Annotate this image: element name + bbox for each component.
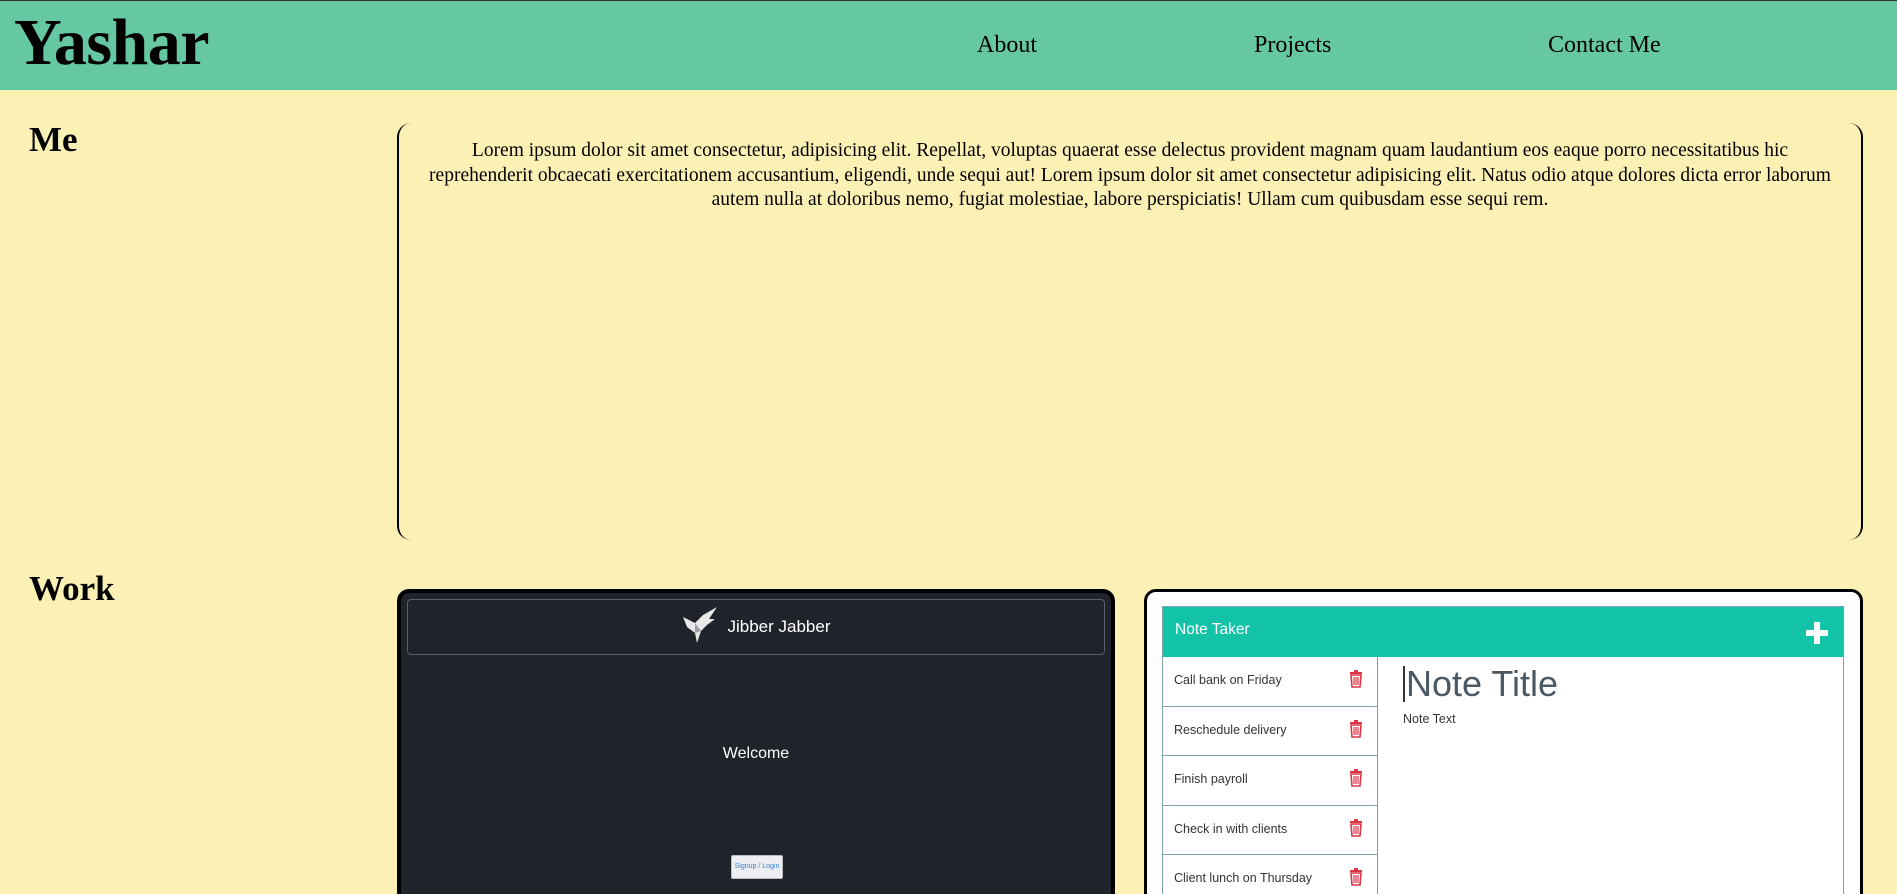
trash-icon[interactable] <box>1349 818 1363 837</box>
work-heading: Work <box>29 569 115 608</box>
note-taker-app: Note Taker Call bank on Friday Reschedul… <box>1162 606 1844 894</box>
note-item-label: Finish payroll <box>1174 772 1248 786</box>
note-item-label: Client lunch on Thursday <box>1174 871 1313 885</box>
nav-projects-link[interactable]: Projects <box>1254 29 1331 61</box>
note-list: Call bank on Friday Reschedule delivery … <box>1163 657 1378 894</box>
project-card-jibber-jabber[interactable]: Jibber Jabber Welcome Signup / Login <box>397 589 1115 894</box>
site-header: Yashar About Projects Contact Me <box>0 0 1897 90</box>
jibber-welcome-text: Welcome <box>722 745 790 762</box>
plus-icon[interactable] <box>1805 613 1829 651</box>
jibber-title[interactable]: Jibber Jabber <box>727 617 830 637</box>
signup-login-button[interactable]: Signup / Login <box>731 855 783 879</box>
note-taker-navbar: Note Taker <box>1163 607 1843 657</box>
bird-icon <box>681 605 721 650</box>
trash-icon[interactable] <box>1349 868 1363 886</box>
list-item[interactable]: Client lunch on Thursday <box>1163 855 1378 894</box>
brand-logo[interactable]: Yashar <box>14 3 210 83</box>
list-item[interactable]: Finish payroll <box>1163 756 1378 806</box>
nav-contact-link[interactable]: Contact Me <box>1548 29 1661 61</box>
list-item[interactable]: Call bank on Friday <box>1163 657 1378 707</box>
note-item-label: Reschedule delivery <box>1174 722 1287 737</box>
about-heading: Me <box>29 120 78 159</box>
note-title-input[interactable]: Note Title <box>1403 662 1558 706</box>
note-text-input[interactable]: Note Text <box>1403 712 1558 726</box>
about-box: Lorem ipsum dolor sit amet consectetur, … <box>397 123 1863 540</box>
trash-icon[interactable] <box>1349 670 1363 688</box>
note-taker-title[interactable]: Note Taker <box>1175 621 1250 639</box>
note-editor: Note Title Note Text <box>1403 662 1558 726</box>
jibber-navbar: Jibber Jabber <box>407 599 1105 655</box>
trash-icon[interactable] <box>1349 719 1363 738</box>
list-item[interactable]: Check in with clients <box>1163 805 1378 855</box>
about-text: Lorem ipsum dolor sit amet consectetur, … <box>429 140 1831 210</box>
list-item[interactable]: Reschedule delivery <box>1163 706 1378 756</box>
project-card-note-taker[interactable]: Note Taker Call bank on Friday Reschedul… <box>1144 589 1863 894</box>
trash-icon[interactable] <box>1349 769 1363 787</box>
nav-about-link[interactable]: About <box>977 29 1037 61</box>
note-item-label: Call bank on Friday <box>1174 673 1282 687</box>
note-item-label: Check in with clients <box>1174 821 1288 836</box>
